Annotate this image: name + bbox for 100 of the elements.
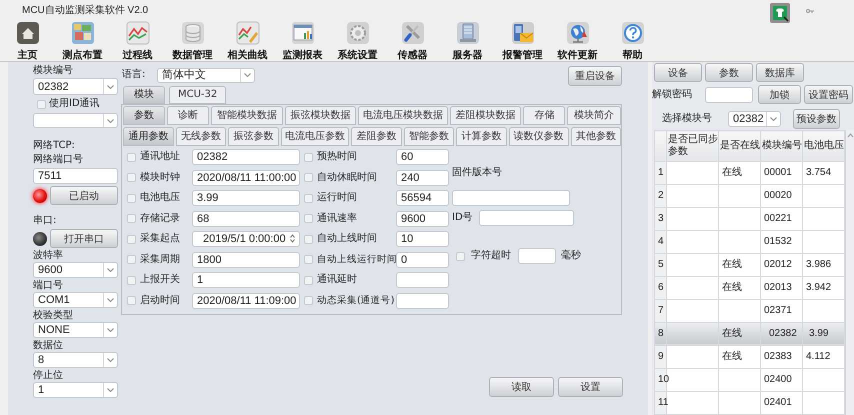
value-field[interactable]: 1800 — [192, 252, 300, 268]
value-field[interactable]: 10 — [396, 231, 449, 248]
checkbox[interactable] — [304, 152, 313, 162]
tab[interactable]: 计算参数 — [456, 127, 507, 146]
checkbox[interactable] — [304, 234, 313, 244]
setting-select[interactable]: 9600 — [33, 262, 118, 278]
id-field[interactable] — [479, 210, 574, 226]
toolbar-button[interactable]: 系统设置 — [330, 21, 385, 62]
checkbox[interactable] — [127, 234, 136, 244]
value-field[interactable]: 1 — [192, 272, 300, 288]
table-row[interactable]: 2 00020 — [654, 184, 844, 208]
tab[interactable]: 读数仪参数 — [508, 127, 568, 146]
table-row[interactable]: 5 在线 02012 3.986 — [654, 253, 844, 276]
language-select[interactable]: 简体中文 — [157, 68, 255, 82]
checkbox[interactable] — [127, 276, 136, 285]
toolbar-button[interactable]: 相关曲线 — [220, 21, 275, 62]
action-button[interactable]: 设置 — [558, 377, 623, 397]
checkbox[interactable] — [456, 252, 465, 261]
value-field[interactable]: 2020/08/11 11:00:00 — [192, 170, 300, 186]
panel-tab[interactable]: 参数 — [705, 63, 753, 82]
value-field[interactable]: 60 — [396, 149, 449, 166]
tab[interactable]: 差阻模块数据 — [450, 106, 522, 125]
checkbox[interactable] — [304, 214, 313, 224]
table-row[interactable]: 11 02401 — [654, 391, 844, 414]
panel-tab[interactable]: 设备 — [654, 63, 702, 82]
toolbar-button[interactable]: 过程线 — [110, 21, 165, 62]
value-field[interactable] — [396, 272, 449, 288]
lock-button[interactable]: 加锁 — [758, 85, 801, 104]
preset-button[interactable]: 预设参数 — [793, 109, 840, 129]
toolbar-button[interactable]: 数据管理 — [165, 21, 220, 62]
network-button[interactable]: 已启动 — [50, 186, 118, 205]
tab[interactable]: 差阻参数 — [351, 127, 402, 146]
tab[interactable]: 电流电压模块数据 — [358, 106, 448, 125]
tab[interactable]: 电流电压参数 — [280, 127, 350, 146]
tab[interactable]: 智能参数 — [404, 127, 454, 146]
serial-button[interactable]: 打开串口 — [50, 229, 118, 248]
value-field[interactable] — [396, 292, 449, 309]
value-field[interactable]: 9600 — [396, 210, 449, 227]
port-field[interactable]: 7511 — [33, 168, 118, 184]
module-select[interactable]: 02382 — [728, 111, 781, 127]
value-field[interactable]: 68 — [192, 210, 300, 227]
tab[interactable]: 模块 — [123, 86, 165, 104]
tab[interactable]: 诊断 — [167, 106, 209, 125]
value-field[interactable]: 56594 — [396, 190, 449, 206]
set-password-button[interactable]: 设置密码 — [804, 85, 853, 104]
setting-select[interactable]: 8 — [33, 352, 118, 368]
checkbox[interactable] — [127, 173, 136, 182]
checkbox[interactable] — [304, 296, 313, 306]
table-row[interactable]: 9 在线 02383 4.112 — [654, 345, 844, 368]
tab[interactable]: 振弦模块数据 — [284, 106, 356, 125]
value-field[interactable]: 240 — [396, 170, 449, 186]
tab[interactable]: MCU-32 — [169, 86, 226, 104]
action-button[interactable]: 读取 — [489, 377, 554, 397]
panel-tab[interactable]: 数据库 — [756, 63, 804, 82]
table-row[interactable]: 6 在线 02013 3.942 — [654, 276, 844, 300]
toolbar-button[interactable]: 测点布置 — [55, 21, 110, 62]
checkbox[interactable] — [127, 194, 136, 203]
module-select[interactable]: 02382 — [33, 78, 118, 95]
toolbar-button[interactable]: 报警管理 — [495, 21, 550, 62]
value-field[interactable]: 2020/08/11 11:09:00 — [192, 292, 300, 309]
value-field[interactable]: 0 — [396, 252, 449, 268]
value-field[interactable]: 2019/5/1 0:00:00 — [192, 231, 300, 248]
checkbox[interactable] — [304, 255, 313, 264]
checkbox[interactable] — [37, 100, 46, 108]
checkbox[interactable] — [127, 152, 136, 162]
table-row[interactable]: 10 02400 — [654, 368, 844, 392]
scrollbar[interactable] — [845, 130, 854, 415]
password-field[interactable] — [705, 86, 753, 102]
table-row[interactable]: 4 01532 — [654, 230, 844, 254]
checkbox[interactable] — [304, 194, 313, 203]
toolbar-button[interactable]: 软件更新 — [550, 21, 605, 62]
checkbox[interactable] — [127, 255, 136, 264]
value-field[interactable]: 02382 — [192, 149, 300, 166]
timeout-field[interactable] — [518, 248, 556, 264]
tab[interactable]: 其他参数 — [570, 127, 622, 146]
restart-button[interactable]: 重启设备 — [568, 66, 622, 86]
toolbar-button[interactable]: 服务器 — [440, 21, 495, 62]
checkbox[interactable] — [127, 296, 136, 306]
firmware-field[interactable] — [452, 190, 570, 206]
toolbar-button[interactable]: 帮助 — [605, 21, 660, 62]
tab[interactable]: 参数 — [123, 106, 165, 125]
table-row[interactable]: 3 00221 — [654, 208, 844, 230]
tab[interactable]: 模块简介 — [567, 106, 621, 125]
tab[interactable]: 无线参数 — [176, 127, 226, 146]
checkbox[interactable] — [304, 173, 313, 182]
toolbar-button[interactable]: 传感器 — [385, 21, 440, 62]
tab[interactable]: 存储 — [523, 106, 566, 125]
table-row[interactable]: 7 02371 — [654, 299, 844, 322]
toolbar-button[interactable]: 监测报表 — [275, 21, 330, 62]
setting-select[interactable]: NONE — [33, 322, 118, 338]
table-row[interactable]: 8 在线 02382 3.99 — [654, 322, 844, 346]
setting-select[interactable]: 1 — [33, 382, 118, 398]
value-field[interactable]: 3.99 — [192, 190, 300, 206]
tab[interactable]: 通用参数 — [123, 127, 174, 146]
toolbar-button[interactable]: 主页 — [0, 21, 55, 62]
table-row[interactable]: 1 在线 00001 3.754 — [654, 162, 844, 185]
tab[interactable]: 振弦参数 — [228, 127, 279, 146]
setting-select[interactable]: COM1 — [33, 292, 118, 308]
checkbox[interactable] — [304, 276, 313, 285]
checkbox[interactable] — [127, 214, 136, 224]
